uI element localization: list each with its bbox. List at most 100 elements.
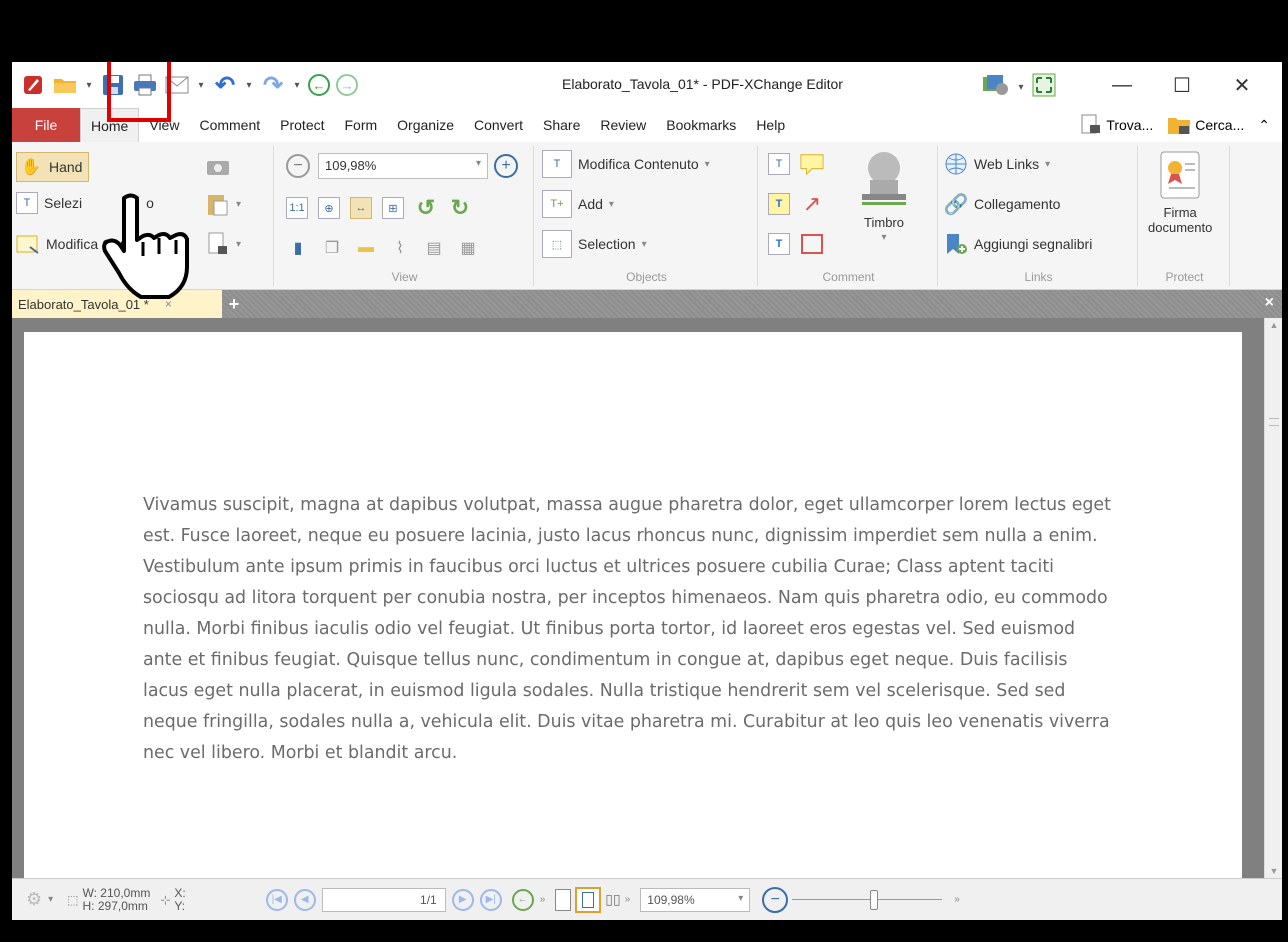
collapse-ribbon-icon[interactable]: ⌃	[1258, 117, 1270, 134]
open-folder-icon[interactable]	[52, 72, 78, 98]
fit-visible-icon[interactable]: ⊞	[382, 197, 404, 219]
fields-panel-icon[interactable]: ▤	[422, 236, 446, 260]
actual-size-icon[interactable]: 1:1	[286, 197, 308, 219]
facing-pages-icon[interactable]: ▯▯	[605, 891, 620, 908]
previous-page-icon[interactable]: ◀	[293, 888, 316, 911]
status-more-icon[interactable]: »	[954, 894, 960, 905]
stamp-dropdown-icon[interactable]: ▾	[881, 232, 886, 243]
fit-page-icon[interactable]: ⊕	[318, 197, 340, 219]
continuous-page-icon[interactable]	[575, 886, 602, 913]
menu-convert[interactable]: Convert	[464, 108, 533, 142]
first-page-icon[interactable]: |◀	[265, 888, 288, 911]
fullscreen-icon[interactable]	[1032, 73, 1056, 102]
undo-dropdown-icon[interactable]: ▾	[244, 80, 254, 91]
callout-icon[interactable]: T	[768, 233, 790, 255]
email-dropdown-icon[interactable]: ▾	[196, 80, 206, 91]
menu-bookmarks[interactable]: Bookmarks	[656, 108, 746, 142]
menu-view[interactable]: View	[139, 108, 189, 142]
zoom-out-button[interactable]: −	[286, 154, 310, 178]
last-page-icon[interactable]: ▶|	[479, 888, 502, 911]
menu-file[interactable]: File	[12, 108, 80, 142]
menu-organize[interactable]: Organize	[387, 108, 464, 142]
close-all-tabs-icon[interactable]: ×	[1265, 294, 1274, 312]
doc-props-dropdown-icon[interactable]: ▾	[236, 239, 241, 250]
layout-dropdown-icon[interactable]: »	[625, 894, 631, 905]
menu-form[interactable]: Form	[335, 108, 388, 142]
paste-button[interactable]: ▾	[206, 192, 241, 216]
menu-review[interactable]: Review	[590, 108, 656, 142]
maximize-icon[interactable]: ☐	[1152, 73, 1212, 98]
link-button[interactable]: 🔗 Collegamento	[944, 192, 1061, 216]
rotate-left-icon[interactable]: ↺	[414, 195, 438, 220]
comments-panel-icon[interactable]: ▬	[354, 236, 378, 260]
close-window-icon[interactable]: ✕	[1212, 73, 1272, 98]
edit-content-button[interactable]: T Modifica Contenuto ▾	[542, 150, 710, 178]
history-dropdown-icon[interactable]: »	[540, 894, 546, 905]
search-button[interactable]: Cerca...	[1167, 114, 1244, 136]
properties-panel-icon[interactable]: ▦	[456, 236, 480, 260]
fit-width-icon[interactable]: ↔	[350, 197, 372, 219]
sticky-note-icon[interactable]	[800, 152, 824, 176]
pdf-page[interactable]: Vivamus suscipit, magna at dapibus volut…	[24, 332, 1242, 878]
scroll-up-icon[interactable]: ▲	[1265, 320, 1282, 330]
redo-icon[interactable]: ↷	[260, 72, 286, 99]
menu-share[interactable]: Share	[533, 108, 590, 142]
save-icon[interactable]	[100, 72, 126, 98]
rotate-right-icon[interactable]: ↻	[448, 195, 472, 220]
add-button[interactable]: T+ Add ▾	[542, 190, 614, 218]
menu-home[interactable]: Home	[80, 108, 140, 142]
zoom-dropdown-icon[interactable]: ▾	[476, 158, 481, 169]
zoom-in-button[interactable]: +	[494, 154, 518, 178]
page-number-input[interactable]: 1/1	[321, 887, 446, 912]
textbox-icon[interactable]: T	[768, 193, 790, 215]
add-dropdown-icon[interactable]: ▾	[609, 199, 614, 210]
forward-icon[interactable]: →	[336, 74, 358, 96]
selection-button[interactable]: ⬚ Selection ▾	[542, 230, 647, 258]
stamp-button[interactable]: Timbro ▾	[856, 150, 912, 243]
status-options-icon[interactable]: ⚙	[26, 889, 42, 910]
status-options-dropdown-icon[interactable]: ▾	[48, 894, 53, 905]
status-zoom-dropdown-icon[interactable]: ▾	[738, 893, 743, 907]
minimize-icon[interactable]: —	[1092, 74, 1152, 97]
paste-dropdown-icon[interactable]: ▾	[236, 199, 241, 210]
attachments-panel-icon[interactable]: ⌇	[388, 236, 412, 260]
settings-toolbar-icon[interactable]	[982, 73, 1010, 102]
status-zoom-input[interactable]: 109,98% ▾	[640, 887, 751, 912]
thumbnails-panel-icon[interactable]: ❐	[320, 236, 344, 260]
find-button[interactable]: Trova...	[1080, 114, 1153, 136]
email-icon[interactable]	[164, 72, 190, 98]
menu-help[interactable]: Help	[746, 108, 795, 142]
menu-protect[interactable]: Protect	[270, 108, 334, 142]
undo-icon[interactable]: ↶	[212, 72, 238, 99]
new-tab-icon[interactable]: +	[224, 294, 244, 314]
zoom-slider-thumb[interactable]	[870, 889, 879, 910]
selection-dropdown-icon[interactable]: ▾	[642, 239, 647, 250]
vertical-scrollbar[interactable]: ▲ ▼	[1264, 318, 1282, 878]
open-dropdown-icon[interactable]: ▾	[84, 80, 94, 91]
settings-dropdown-icon[interactable]: ▾	[1016, 82, 1026, 93]
sign-document-button[interactable]: Firma documento	[1148, 150, 1212, 235]
add-bookmarks-button[interactable]: Aggiungi segnalibri	[944, 232, 1092, 256]
typewriter-icon[interactable]: T	[768, 153, 790, 175]
back-icon[interactable]: ←	[308, 74, 330, 96]
bookmarks-panel-icon[interactable]: ▮	[286, 236, 310, 260]
scroll-grip[interactable]	[1269, 418, 1279, 426]
previous-view-icon[interactable]: ←	[511, 888, 534, 911]
menu-comment[interactable]: Comment	[189, 108, 270, 142]
document-properties-button[interactable]: ▾	[206, 232, 241, 256]
web-links-button[interactable]: Web Links ▾	[944, 152, 1050, 176]
arrow-annotation-icon[interactable]: ↗	[800, 191, 824, 216]
redo-dropdown-icon[interactable]: ▾	[292, 80, 302, 91]
app-logo-icon[interactable]	[20, 72, 46, 98]
snapshot-button[interactable]	[206, 154, 230, 178]
single-page-icon[interactable]	[555, 888, 572, 911]
zoom-input[interactable]: 109,98% ▾	[318, 153, 488, 179]
scroll-down-icon[interactable]: ▼	[1265, 866, 1282, 876]
web-links-dropdown-icon[interactable]: ▾	[1045, 159, 1050, 170]
next-page-icon[interactable]: ▶	[451, 888, 474, 911]
zoom-slider[interactable]	[792, 888, 943, 912]
edit-content-dropdown-icon[interactable]: ▾	[705, 159, 710, 170]
status-zoom-out-icon[interactable]: −	[762, 886, 789, 913]
print-icon[interactable]	[132, 72, 158, 98]
hand-tool-button[interactable]: ✋ Hand	[16, 152, 90, 182]
